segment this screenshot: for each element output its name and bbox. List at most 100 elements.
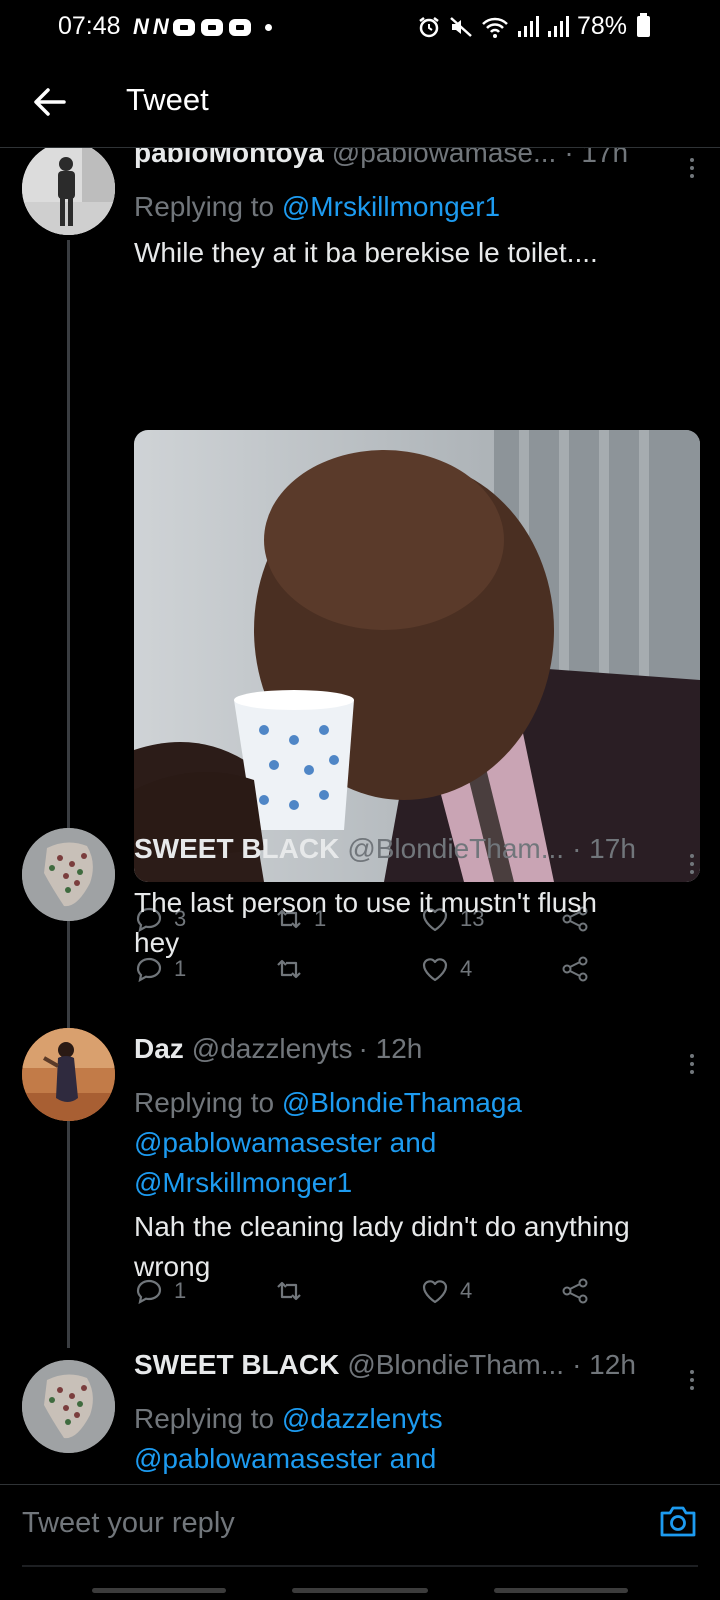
more-icon[interactable] — [682, 1049, 702, 1079]
mention-link[interactable]: @BlondieThamaga — [282, 1087, 522, 1118]
replying-to: Replying to @Mrskillmonger1 — [134, 187, 702, 227]
like-count: 4 — [460, 1278, 473, 1303]
status-right: 78% — [417, 12, 650, 41]
signal-icon — [517, 15, 539, 37]
tweet[interactable]: SWEET BLACK @BlondieTham... · 12h Replyi… — [0, 1348, 720, 1484]
reply-button[interactable]: 1 — [134, 954, 186, 984]
retweet-button[interactable] — [274, 954, 314, 984]
avatar[interactable] — [22, 1360, 115, 1453]
like-count: 4 — [460, 956, 473, 981]
tweet-media[interactable] — [134, 430, 700, 882]
system-nav-bar — [0, 1584, 720, 1600]
battery-percent: 78% — [576, 12, 627, 40]
tweet-time: · 12h — [358, 1033, 423, 1064]
app-bar: Tweet — [0, 52, 720, 148]
notification-app-icon — [172, 18, 195, 36]
tweet[interactable]: SWEET BLACK @BlondieTham... · 17h The la… — [0, 828, 720, 1028]
reply-composer: Tweet your reply — [0, 1484, 720, 1600]
tweet-header: SWEET BLACK @BlondieTham... · 12h — [134, 1348, 702, 1395]
composer-divider — [22, 1565, 698, 1567]
mention-link[interactable]: @pablowamasester and — [134, 1123, 702, 1163]
wifi-icon — [482, 17, 508, 38]
share-button[interactable] — [560, 954, 590, 984]
media-image — [134, 430, 700, 882]
heart-icon — [422, 958, 448, 982]
nav-back-button[interactable] — [494, 1588, 628, 1593]
tweet-time: · 17h — [572, 833, 636, 864]
thread-line — [67, 240, 70, 828]
alarm-icon — [419, 16, 439, 37]
replying-to-label: Replying to — [134, 1087, 275, 1118]
replying-to-label: Replying to — [134, 191, 275, 222]
back-arrow-icon[interactable] — [28, 80, 72, 124]
mention-link[interactable]: @pablowamasester and — [134, 1439, 702, 1479]
share-button[interactable] — [560, 1276, 590, 1306]
notification-n-icon: N — [133, 14, 149, 39]
tweet-text: The last person to use it mustn't flush … — [134, 883, 702, 963]
tweet-actions: 1 4 — [134, 1276, 614, 1316]
author-handle[interactable]: @pablowamase... — [332, 148, 557, 170]
avatar-image — [22, 1360, 115, 1453]
tweet-time: · 17h — [564, 148, 629, 168]
mention-link[interactable]: @dazzlenyts — [282, 1403, 443, 1434]
avatar-image — [22, 1028, 115, 1121]
reply-button[interactable]: 1 — [134, 1276, 186, 1306]
status-time: 07:48 — [58, 12, 121, 40]
notification-app-icon — [228, 18, 251, 36]
more-icon[interactable] — [682, 153, 702, 183]
avatar[interactable] — [22, 828, 115, 921]
tweet-time: · 12h — [572, 1349, 636, 1380]
author-handle[interactable]: @BlondieTham... — [347, 832, 564, 866]
tweet-text: Nah the cleaning lady didn't do anything… — [134, 1207, 702, 1287]
signal-icon — [547, 15, 569, 37]
notification-app-icon — [200, 18, 223, 36]
replying-to-label: Replying to — [134, 1403, 275, 1434]
notification-n-icon: N — [152, 14, 169, 39]
more-icon[interactable] — [682, 849, 702, 879]
replying-to: Replying to @BlondieThamaga — [134, 1083, 702, 1123]
tweet-actions: 1 4 — [134, 954, 614, 994]
author-name[interactable]: SWEET BLACK — [134, 832, 339, 866]
reply-icon — [136, 957, 162, 983]
tweet-header: pabloMontoya @pablowamase... · 17h — [134, 148, 702, 183]
avatar[interactable] — [22, 1028, 115, 1121]
nav-recents-button[interactable] — [92, 1588, 226, 1593]
tweet-header: Daz @dazzlenyts · 12h — [134, 1032, 702, 1079]
author-handle[interactable]: @dazzlenyts — [192, 1032, 353, 1066]
tweet[interactable]: pabloMontoya @pablowamase... · 17h Reply… — [0, 148, 720, 933]
mention-link[interactable]: @Mrskillmonger1 — [134, 1163, 702, 1203]
mute-icon — [450, 16, 472, 37]
share-icon — [562, 1278, 588, 1304]
author-name[interactable]: Daz — [134, 1032, 184, 1066]
tweet-text: While they at it ba berekise le toilet..… — [134, 237, 598, 268]
heart-icon — [422, 1280, 448, 1304]
author-name[interactable]: SWEET BLACK — [134, 1348, 339, 1382]
like-button[interactable]: 4 — [420, 1276, 472, 1306]
more-icon[interactable] — [682, 1365, 702, 1395]
avatar-image — [22, 148, 115, 235]
retweet-icon — [277, 1281, 301, 1301]
more-notifications-dot-icon — [264, 23, 272, 31]
tweet-text-line: The last person to use it mustn't flush — [134, 887, 597, 918]
share-icon — [562, 956, 588, 982]
camera-icon[interactable] — [656, 1499, 700, 1543]
reply-count: 1 — [174, 956, 187, 981]
tweet-body: pabloMontoya @pablowamase... · 17h Reply… — [134, 148, 702, 273]
mention-link[interactable]: @Mrskillmonger1 — [282, 191, 500, 222]
reply-icon — [136, 1279, 162, 1305]
avatar[interactable] — [22, 148, 115, 235]
author-name[interactable]: pabloMontoya — [134, 148, 324, 170]
tweet-text-line: Nah the cleaning lady didn't do anything — [134, 1211, 630, 1242]
tweet-body: Daz @dazzlenyts · 12h Replying to @Blond… — [134, 1032, 702, 1287]
tweet[interactable]: Daz @dazzlenyts · 12h Replying to @Blond… — [0, 1028, 720, 1348]
reply-count: 1 — [174, 1278, 187, 1303]
avatar-image — [22, 828, 115, 921]
like-button[interactable]: 4 — [420, 954, 472, 984]
reply-input[interactable]: Tweet your reply — [22, 1507, 235, 1540]
tweet-header: SWEET BLACK @BlondieTham... · 17h — [134, 832, 702, 879]
author-handle[interactable]: @BlondieTham... — [347, 1348, 564, 1382]
tweet-thread[interactable]: pabloMontoya @pablowamase... · 17h Reply… — [0, 148, 720, 1484]
retweet-button[interactable] — [274, 1276, 314, 1306]
replying-to: Replying to @dazzlenyts — [134, 1399, 702, 1439]
nav-home-button[interactable] — [292, 1588, 428, 1593]
